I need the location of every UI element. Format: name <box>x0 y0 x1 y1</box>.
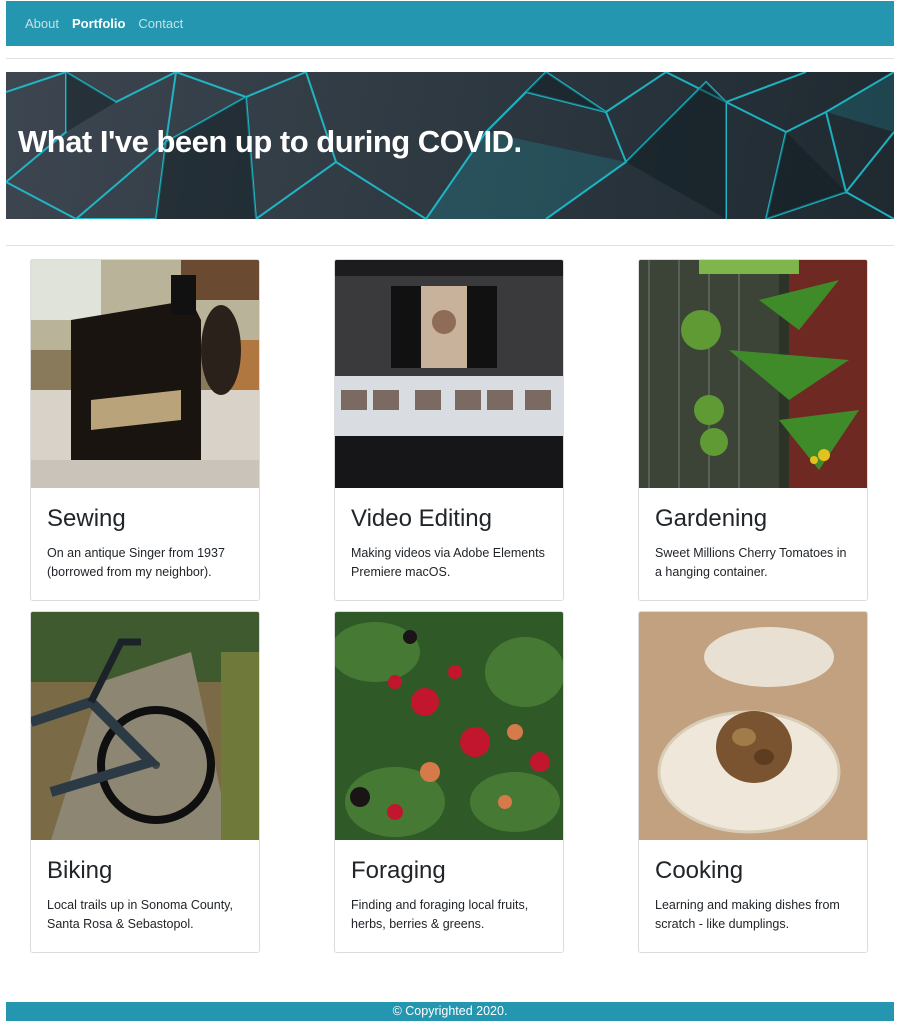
hero-title: What I've been up to during COVID. <box>18 124 522 159</box>
divider-top <box>6 58 894 59</box>
card-body: Video Editing Making videos via Adobe El… <box>335 488 563 600</box>
portfolio-card-gardening[interactable]: Gardening Sweet Millions Cherry Tomatoes… <box>638 259 868 601</box>
card-text: Making videos via Adobe Elements Premier… <box>351 546 545 579</box>
card-text: Finding and foraging local fruits, herbs… <box>351 898 529 931</box>
card-title: Cooking <box>655 857 744 884</box>
nav-link-contact[interactable]: Contact <box>138 16 183 31</box>
card-text: Learning and making dishes from scratch … <box>655 898 840 931</box>
card-text: Sweet Millions Cherry Tomatoes in a hang… <box>655 546 847 579</box>
footer-copyright: © Copyrighted 2020. <box>392 1004 508 1018</box>
footer: © Copyrighted 2020. <box>6 1002 894 1021</box>
portfolio-card-cooking[interactable]: Cooking Learning and making dishes from … <box>638 611 868 953</box>
card-title: Gardening <box>655 505 768 532</box>
card-body: Cooking Learning and making dishes from … <box>639 840 867 952</box>
card-body: Gardening Sweet Millions Cherry Tomatoes… <box>639 488 867 600</box>
portfolio-card-biking[interactable]: Biking Local trails up in Sonoma County,… <box>30 611 260 953</box>
card-text: On an antique Singer from 1937 (borrowed… <box>47 546 225 579</box>
portfolio-card-foraging[interactable]: Foraging Finding and foraging local frui… <box>334 611 564 953</box>
sewing-machine-image <box>31 260 259 488</box>
nav-link-portfolio[interactable]: Portfolio <box>72 16 125 31</box>
video-editing-image <box>335 260 563 488</box>
card-body: Sewing On an antique Singer from 1937 (b… <box>31 488 259 600</box>
top-navbar: About Portfolio Contact <box>6 1 894 46</box>
portfolio-card-video-editing[interactable]: Video Editing Making videos via Adobe El… <box>334 259 564 601</box>
card-title: Foraging <box>351 857 446 884</box>
hero-banner: What I've been up to during COVID. <box>6 72 894 219</box>
card-text: Local trails up in Sonoma County, Santa … <box>47 898 233 931</box>
card-body: Foraging Finding and foraging local frui… <box>335 840 563 952</box>
foraging-image <box>335 612 563 840</box>
nav-link-about[interactable]: About <box>25 16 59 31</box>
card-title: Video Editing <box>351 505 492 532</box>
biking-image <box>31 612 259 840</box>
card-title: Biking <box>47 857 113 884</box>
card-title: Sewing <box>47 505 126 532</box>
portfolio-card-sewing[interactable]: Sewing On an antique Singer from 1937 (b… <box>30 259 260 601</box>
divider-middle <box>6 245 894 246</box>
cooking-image <box>639 612 867 840</box>
card-body: Biking Local trails up in Sonoma County,… <box>31 840 259 952</box>
gardening-image <box>639 260 867 488</box>
